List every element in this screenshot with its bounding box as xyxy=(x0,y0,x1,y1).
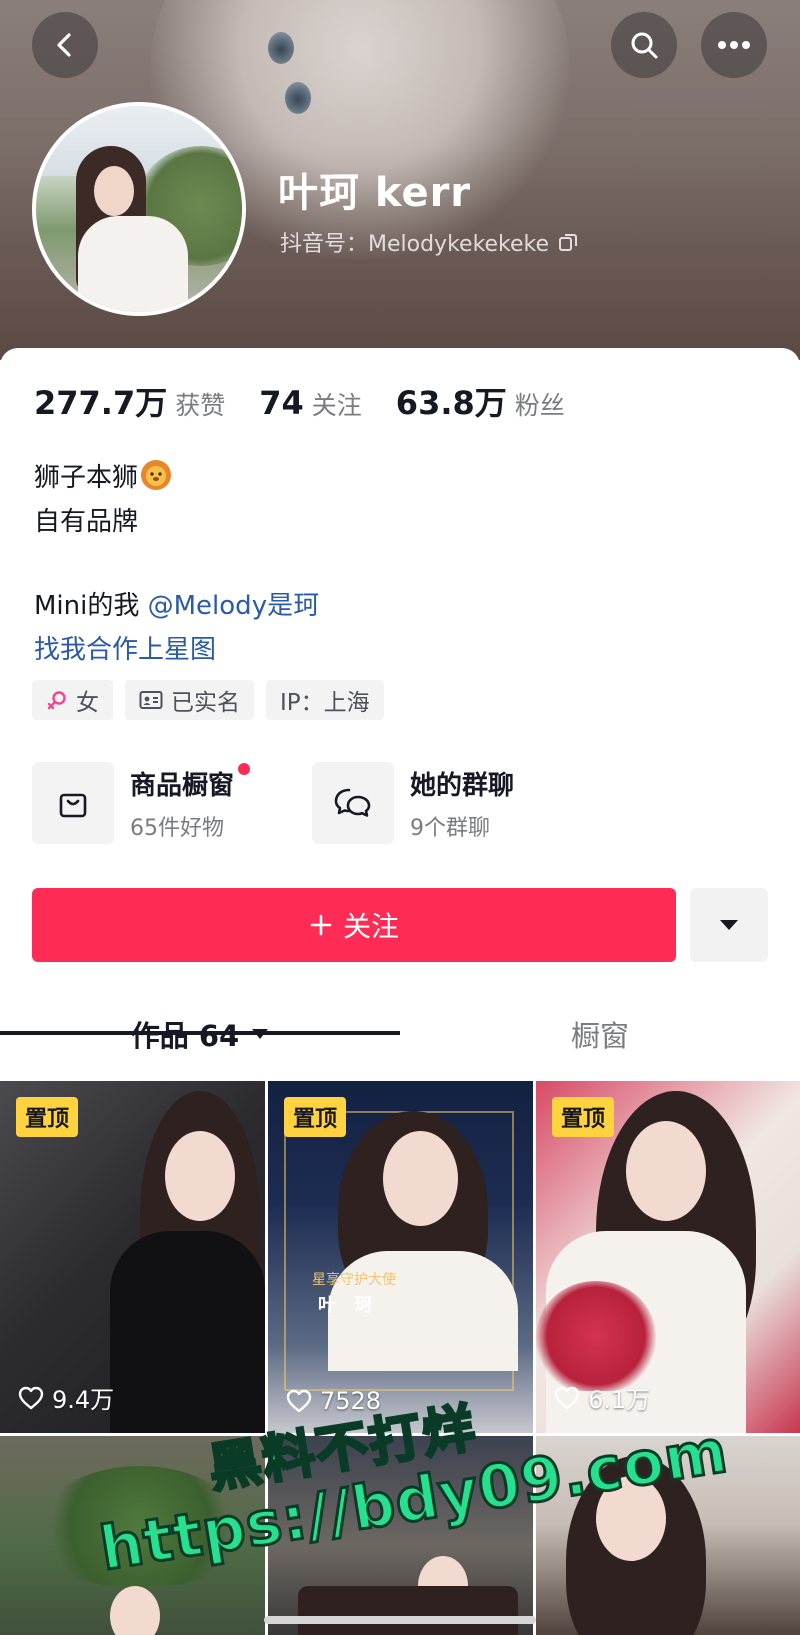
shop-window-count: 65件好物 xyxy=(130,815,224,841)
heart-icon xyxy=(18,1386,44,1409)
douyin-id-row[interactable]: 抖音号：Melodykekekeke xyxy=(280,226,579,258)
video-likes: 9.4万 xyxy=(18,1380,114,1415)
notification-dot xyxy=(238,762,251,775)
ip-location-tag: IP：上海 xyxy=(266,680,384,720)
video-thumbnail[interactable]: 置顶 9.4万 xyxy=(0,1081,265,1433)
active-tab-indicator xyxy=(0,1031,400,1035)
stats-row: 277.7万 获赞 74 关注 63.8万 粉丝 xyxy=(34,378,599,424)
follow-dropdown-button[interactable] xyxy=(690,888,768,962)
female-icon xyxy=(47,691,66,710)
shop-window-title: 商品橱窗 xyxy=(130,770,235,801)
stat-label: 获赞 xyxy=(175,391,226,420)
pinned-badge: 置顶 xyxy=(16,1097,79,1137)
video-thumbnail[interactable]: 星享守护大使 叶 珂 置顶 7528 xyxy=(268,1081,533,1433)
profile-tags: 女 已实名 IP：上海 xyxy=(32,680,384,720)
back-button[interactable] xyxy=(32,12,98,78)
bio-line: Mini的我 @Melody是珂 xyxy=(34,591,320,621)
pinned-badge: 置顶 xyxy=(552,1097,615,1137)
more-button[interactable] xyxy=(701,12,767,78)
id-card-icon xyxy=(139,691,163,709)
chat-bubbles-icon xyxy=(312,762,394,844)
shop-window-entry[interactable]: 商品橱窗 65件好物 xyxy=(32,762,251,844)
shopping-bag-icon xyxy=(32,762,114,844)
profile-nickname: 叶珂 kerr xyxy=(278,170,472,216)
plus-icon xyxy=(310,914,332,936)
video-likes: 6.1万 xyxy=(554,1380,650,1415)
douyin-id-text: 抖音号：Melodykekekeke xyxy=(280,232,550,257)
stat-likes: 277.7万 获赞 xyxy=(34,378,225,424)
caret-down-icon xyxy=(720,920,738,930)
mention-link[interactable]: @Melody是珂 xyxy=(148,591,319,621)
bio-line: 自有品牌 xyxy=(34,507,139,537)
video-thumbnail[interactable] xyxy=(268,1436,533,1635)
copy-icon[interactable] xyxy=(557,231,579,253)
stat-followers[interactable]: 63.8万 粉丝 xyxy=(396,378,565,424)
home-indicator xyxy=(264,1616,536,1624)
xingtu-link[interactable]: 找我合作上星图 xyxy=(34,628,319,672)
tab-window[interactable]: 橱窗 xyxy=(400,994,800,1074)
follow-label: 关注 xyxy=(342,910,399,943)
video-overlay-text: 星享守护大使 xyxy=(312,1272,396,1288)
feature-row: 商品橱窗 65件好物 她的群聊 9个群聊 xyxy=(32,762,772,846)
avatar[interactable] xyxy=(32,102,246,316)
group-chat-entry[interactable]: 她的群聊 9个群聊 xyxy=(312,762,514,844)
stat-value: 277.7万 xyxy=(34,384,168,422)
pinned-badge: 置顶 xyxy=(284,1097,347,1137)
search-button[interactable] xyxy=(611,12,677,78)
group-chat-count: 9个群聊 xyxy=(410,815,490,841)
bio: 狮子本狮 自有品牌 Mini的我 @Melody是珂 找我合作上星图 xyxy=(34,456,319,672)
gender-tag: 女 xyxy=(32,680,113,720)
video-thumbnail[interactable] xyxy=(536,1436,800,1635)
heart-icon xyxy=(554,1386,580,1409)
video-overlay-name: 叶 珂 xyxy=(318,1295,379,1316)
chevron-left-icon xyxy=(57,33,71,57)
stat-value: 74 xyxy=(259,384,304,422)
more-dots-icon xyxy=(718,41,750,49)
stat-following[interactable]: 74 关注 xyxy=(259,384,362,422)
group-chat-title: 她的群聊 xyxy=(410,770,515,801)
verified-tag: 已实名 xyxy=(125,680,254,720)
search-icon xyxy=(631,32,658,59)
stat-label: 粉丝 xyxy=(514,391,565,420)
follow-button[interactable]: 关注 xyxy=(32,888,676,962)
stat-label: 关注 xyxy=(311,391,362,420)
stat-value: 63.8万 xyxy=(395,384,507,422)
lion-emoji-icon xyxy=(141,460,172,490)
heart-icon xyxy=(286,1389,312,1413)
video-likes: 7528 xyxy=(286,1387,381,1415)
bio-line: 狮子本狮 xyxy=(34,456,319,500)
video-thumbnail[interactable]: 置顶 6.1万 xyxy=(536,1081,800,1433)
video-thumbnail[interactable] xyxy=(0,1436,265,1635)
